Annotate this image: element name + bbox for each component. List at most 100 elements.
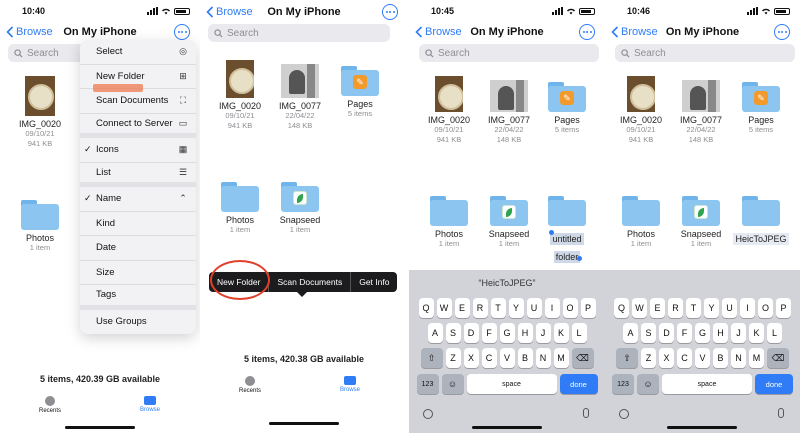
key[interactable]: D — [463, 323, 479, 343]
key[interactable]: M — [749, 348, 764, 368]
microphone-icon[interactable] — [583, 408, 589, 418]
microphone-icon[interactable] — [778, 408, 784, 418]
key[interactable]: F — [677, 323, 692, 343]
selection-handle-start[interactable] — [549, 230, 554, 235]
key[interactable]: D — [659, 323, 674, 343]
menu-item-icons[interactable]: ✓ Icons ▦ — [80, 138, 196, 163]
rename-field[interactable]: untitled folder — [537, 229, 597, 265]
file-item[interactable]: IMG_0020 09/10/21 941 KB — [611, 76, 671, 145]
tab-recents[interactable]: Recents — [230, 376, 270, 394]
menu-item-kind[interactable]: Kind — [80, 212, 196, 236]
key[interactable]: I — [544, 298, 560, 318]
key[interactable]: S — [445, 323, 461, 343]
key[interactable]: U — [526, 298, 542, 318]
folder-item[interactable]: Photos 1 item — [611, 196, 671, 249]
back-button[interactable]: Browse — [415, 26, 462, 38]
search-input[interactable]: Search — [615, 44, 795, 62]
numbers-key[interactable]: 123 — [612, 374, 634, 394]
menu-item-connect-server[interactable]: Connect to Server ▭ — [80, 114, 196, 138]
search-input[interactable]: Search — [419, 44, 599, 62]
more-options-button[interactable] — [174, 24, 190, 40]
menu-item-scan-documents[interactable]: Scan Documents ⛶ — [80, 89, 196, 114]
context-get-info[interactable]: Get Info — [351, 272, 397, 292]
key[interactable]: R — [668, 298, 683, 318]
key[interactable]: V — [695, 348, 710, 368]
new-folder-item[interactable]: HeicToJPEG — [731, 196, 791, 247]
key[interactable]: W — [632, 298, 647, 318]
file-item[interactable]: IMG_0020 09/10/21 941 KB — [10, 76, 70, 149]
key[interactable]: E — [454, 298, 470, 318]
key[interactable]: Y — [704, 298, 719, 318]
menu-item-list[interactable]: List ☰ — [80, 163, 196, 187]
back-button[interactable]: Browse — [6, 26, 53, 38]
key[interactable]: K — [749, 323, 764, 343]
delete-key[interactable]: ⌫ — [767, 348, 789, 368]
key[interactable]: A — [623, 323, 638, 343]
key[interactable]: H — [713, 323, 728, 343]
folder-item[interactable]: Photos 1 item — [210, 182, 270, 235]
tab-browse[interactable]: Browse — [330, 376, 370, 393]
menu-item-size[interactable]: Size — [80, 261, 196, 285]
rename-field[interactable]: HeicToJPEG — [731, 229, 791, 247]
key[interactable]: C — [677, 348, 692, 368]
key[interactable]: L — [571, 323, 587, 343]
done-key[interactable]: done — [559, 374, 598, 394]
key[interactable]: U — [722, 298, 737, 318]
key[interactable]: T — [686, 298, 701, 318]
file-item[interactable]: IMG_0077 22/04/22 148 KB — [479, 76, 539, 145]
folder-item[interactable]: Photos 1 item — [419, 196, 479, 249]
key[interactable]: O — [562, 298, 578, 318]
context-scan-documents[interactable]: Scan Documents — [269, 272, 352, 292]
key[interactable]: G — [499, 323, 515, 343]
file-item[interactable]: IMG_0077 22/04/22 148 KB — [671, 76, 731, 145]
folder-item[interactable]: ✎ Pages 5 items — [330, 66, 390, 119]
key[interactable]: N — [731, 348, 746, 368]
new-folder-item[interactable]: untitled folder — [537, 196, 597, 265]
key[interactable]: B — [713, 348, 728, 368]
menu-item-name[interactable]: ✓ Name ⌃ — [80, 187, 196, 212]
tab-browse[interactable]: Browse — [130, 396, 170, 413]
key[interactable]: A — [427, 323, 443, 343]
file-item[interactable]: IMG_0020 09/10/21 941 KB — [210, 60, 270, 131]
emoji-key[interactable]: ☺ — [637, 374, 659, 394]
file-item[interactable]: IMG_0020 09/10/21 941 KB — [419, 76, 479, 145]
key[interactable]: P — [776, 298, 791, 318]
space-key[interactable]: space — [662, 374, 752, 394]
delete-key[interactable]: ⌫ — [571, 348, 594, 368]
key[interactable]: M — [553, 348, 569, 368]
folder-item[interactable]: ✎ Pages 5 items — [537, 82, 597, 135]
key[interactable]: B — [517, 348, 533, 368]
key[interactable]: Y — [508, 298, 524, 318]
key[interactable]: C — [481, 348, 497, 368]
key[interactable]: J — [731, 323, 746, 343]
key[interactable]: W — [436, 298, 452, 318]
key[interactable]: I — [740, 298, 755, 318]
back-button[interactable]: Browse — [206, 6, 253, 18]
autocorrect-suggestion[interactable]: “HeicToJPEG” — [409, 270, 605, 296]
key[interactable]: V — [499, 348, 515, 368]
menu-item-date[interactable]: Date — [80, 236, 196, 261]
globe-icon[interactable] — [423, 409, 433, 419]
key[interactable]: H — [517, 323, 533, 343]
key[interactable]: X — [463, 348, 479, 368]
key[interactable]: F — [481, 323, 497, 343]
key[interactable]: T — [490, 298, 506, 318]
folder-item[interactable]: Snapseed 1 item — [671, 196, 731, 249]
numbers-key[interactable]: 123 — [416, 374, 439, 394]
key[interactable]: Z — [445, 348, 461, 368]
shift-key[interactable]: ⇧ — [420, 348, 443, 368]
emoji-key[interactable]: ☺ — [441, 374, 464, 394]
autocorrect-suggestion[interactable] — [605, 270, 800, 296]
menu-item-tags[interactable]: Tags — [80, 285, 196, 310]
folder-item[interactable]: Snapseed 1 item — [270, 182, 330, 235]
more-options-button[interactable] — [382, 4, 398, 20]
key[interactable]: K — [553, 323, 569, 343]
more-options-button[interactable] — [774, 24, 790, 40]
menu-item-use-groups[interactable]: Use Groups — [80, 310, 196, 335]
key[interactable]: N — [535, 348, 551, 368]
key[interactable]: Z — [641, 348, 656, 368]
key[interactable]: Q — [418, 298, 434, 318]
file-item[interactable]: IMG_0077 22/04/22 148 KB — [270, 60, 330, 131]
key[interactable]: S — [641, 323, 656, 343]
search-input[interactable]: Search — [208, 24, 390, 42]
